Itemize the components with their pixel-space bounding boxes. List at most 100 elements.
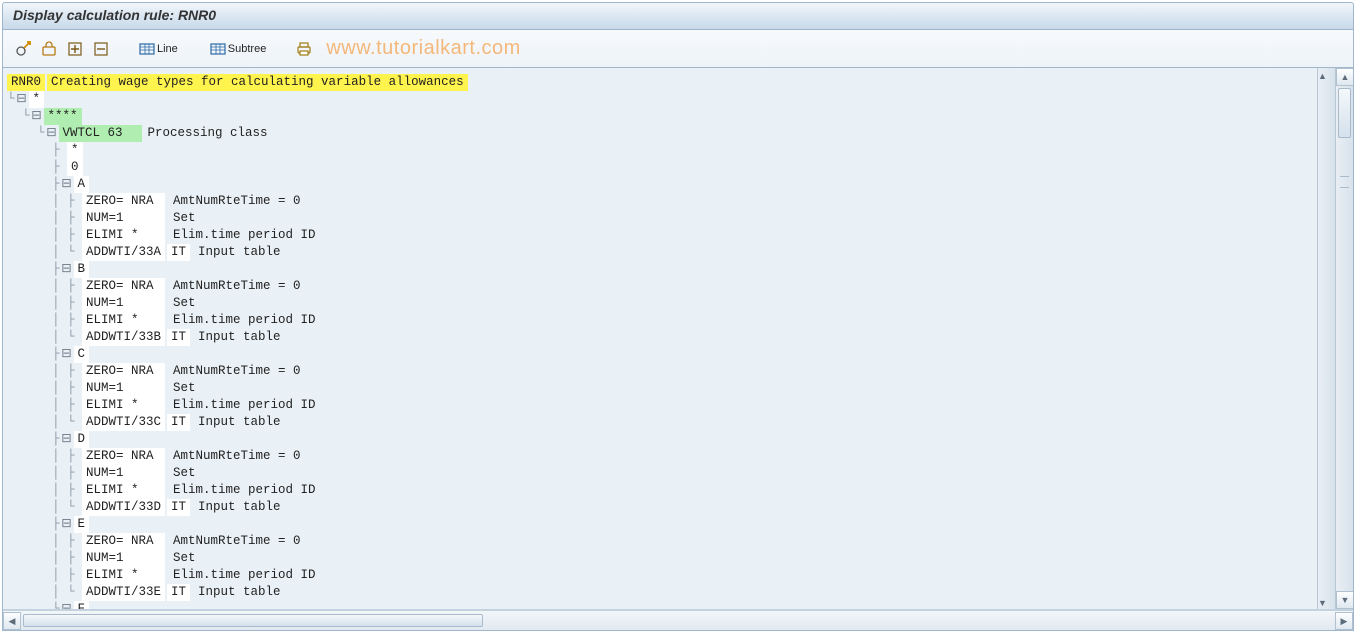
tree-node-desc: AmtNumRteTime = 0 [173,448,301,465]
print-button[interactable] [294,39,314,59]
scroll-right-button[interactable]: ▶ [1335,612,1353,630]
watermark: www.tutorialkart.com [326,37,521,60]
scroll-thumb[interactable] [1338,88,1351,138]
scroll-track[interactable] [1336,86,1353,591]
tree-node-code[interactable]: * [67,142,83,159]
display-toggle-button[interactable] [13,39,33,59]
tree-node-code[interactable]: ADDWTI/33B [82,329,165,346]
subtree-button[interactable]: Subtree [206,38,271,60]
tree-node-desc: AmtNumRteTime = 0 [173,278,301,295]
tree-node-code[interactable]: NUM=1 [82,380,165,397]
hscroll-thumb[interactable] [23,614,483,627]
node-toggle-icon[interactable]: ⊟ [45,125,59,142]
tree-node-desc: Input table [198,414,281,431]
tree-node-code[interactable]: C [74,346,90,363]
tree-node-desc: Elim.time period ID [173,397,316,414]
tree-node-desc: Set [173,380,196,397]
tree-node-desc: Elim.time period ID [173,227,316,244]
scroll-up-button[interactable]: ▲ [1336,68,1353,86]
node-toggle-icon[interactable]: ⊟ [15,91,29,108]
subtree-button-label: Subtree [228,43,267,55]
scroll-left-button[interactable]: ◀ [3,612,21,630]
tree-node-code[interactable]: F [74,601,90,609]
node-toggle-icon[interactable]: ⊟ [30,108,44,125]
window-title: Display calculation rule: RNR0 [2,2,1354,30]
node-toggle-icon[interactable]: ⊟ [60,261,74,278]
tree-node-desc: AmtNumRteTime = 0 [173,363,301,380]
node-toggle-icon[interactable]: ⊟ [60,346,74,363]
tree-node-code[interactable]: ZERO= NRA [82,193,165,210]
scroll-thumb[interactable] [1318,82,1335,502]
tree-node-code[interactable]: ZERO= NRA [82,448,165,465]
tree-node-code[interactable]: ELIMI * [82,312,165,329]
tree-node-code[interactable]: ADDWTI/33E [82,584,165,601]
tree-node-code[interactable]: ZERO= NRA [82,278,165,295]
line-button[interactable]: Line [135,38,182,60]
tree-node-code[interactable]: ELIMI * [82,482,165,499]
scroll-track[interactable] [1318,82,1335,502]
tree-node-code[interactable]: IT [167,499,190,516]
calculation-rule-tree: RNR0Creating wage types for calculating … [3,68,1317,609]
toolbar: Line Subtree www.tutorialkart.com [2,30,1354,68]
tree-node-desc: Input table [198,584,281,601]
content-frame: RNR0Creating wage types for calculating … [2,68,1354,631]
tree-node-code[interactable]: **** [44,108,82,125]
tree-node-code[interactable]: ELIMI * [82,567,165,584]
tree-node-desc: Set [173,210,196,227]
horizontal-scrollbar[interactable]: ◀ ▶ [3,610,1353,630]
tree-node-code[interactable]: NUM=1 [82,550,165,567]
tree-node-desc: Elim.time period ID [173,567,316,584]
tree-node-code[interactable]: A [74,176,90,193]
node-toggle-icon[interactable]: ⊟ [60,516,74,533]
tree-node-code[interactable]: ELIMI * [82,227,165,244]
tree-node-code[interactable]: ADDWTI/33A [82,244,165,261]
tree-node-code[interactable]: E [74,516,90,533]
tree-node-code[interactable]: IT [167,584,190,601]
tree-node-code[interactable]: ADDWTI/33D [82,499,165,516]
node-toggle-icon[interactable]: ⊟ [60,176,74,193]
tree-node-code[interactable]: NUM=1 [82,210,165,227]
hscroll-track[interactable] [21,612,1335,629]
tree-node-code[interactable]: NUM=1 [82,295,165,312]
tree-node-code[interactable]: ZERO= NRA [82,363,165,380]
tree-node-desc: Set [173,295,196,312]
inner-vertical-scrollbar[interactable]: ▲ ▼ [1317,68,1335,609]
tree-node-code[interactable]: NUM=1 [82,465,165,482]
tree-node-code[interactable]: * [29,91,45,108]
tree-node-desc: Input table [198,499,281,516]
tree-node-desc: Elim.time period ID [173,482,316,499]
tree-node-code[interactable]: 0 [67,159,83,176]
scroll-down-button[interactable]: ▼ [1318,595,1327,609]
tree-node-code[interactable]: ELIMI * [82,397,165,414]
rule-code[interactable]: RNR0 [7,74,45,91]
scroll-down-button[interactable]: ▼ [1336,591,1353,609]
outer-vertical-scrollbar[interactable]: ▲ ▼ [1335,68,1353,609]
tree-node-code[interactable]: B [74,261,90,278]
tree-node-code[interactable]: ZERO= NRA [82,533,165,550]
rule-desc: Creating wage types for calculating vari… [47,74,468,91]
tree-node-desc: Input table [198,244,281,261]
hscroll-row: ◀ ▶ [3,610,1353,630]
line-button-label: Line [157,43,178,55]
tree-node-code[interactable]: IT [167,244,190,261]
tree-node-code[interactable]: IT [167,329,190,346]
expand-button[interactable] [65,39,85,59]
tree-node-desc: AmtNumRteTime = 0 [173,193,301,210]
tree-node-desc: AmtNumRteTime = 0 [173,533,301,550]
content-body: RNR0Creating wage types for calculating … [3,68,1353,610]
scroll-grip [1340,176,1349,188]
tree-node-desc: Set [173,465,196,482]
node-toggle-icon[interactable]: ⊟ [60,601,74,609]
node-toggle-icon[interactable]: ⊟ [60,431,74,448]
tree-node-code[interactable]: IT [167,414,190,431]
tree-node-desc: Elim.time period ID [173,312,316,329]
tree-node-code[interactable]: ADDWTI/33C [82,414,165,431]
collapse-button[interactable] [91,39,111,59]
tree-node-desc: Input table [198,329,281,346]
scroll-up-button[interactable]: ▲ [1318,68,1335,82]
tree-node-code[interactable]: VWTCL 63 [59,125,142,142]
tree-node-desc: Set [173,550,196,567]
tree-node-code[interactable]: D [74,431,90,448]
attributes-button[interactable] [39,39,59,59]
tree-node-desc: Processing class [148,125,268,142]
